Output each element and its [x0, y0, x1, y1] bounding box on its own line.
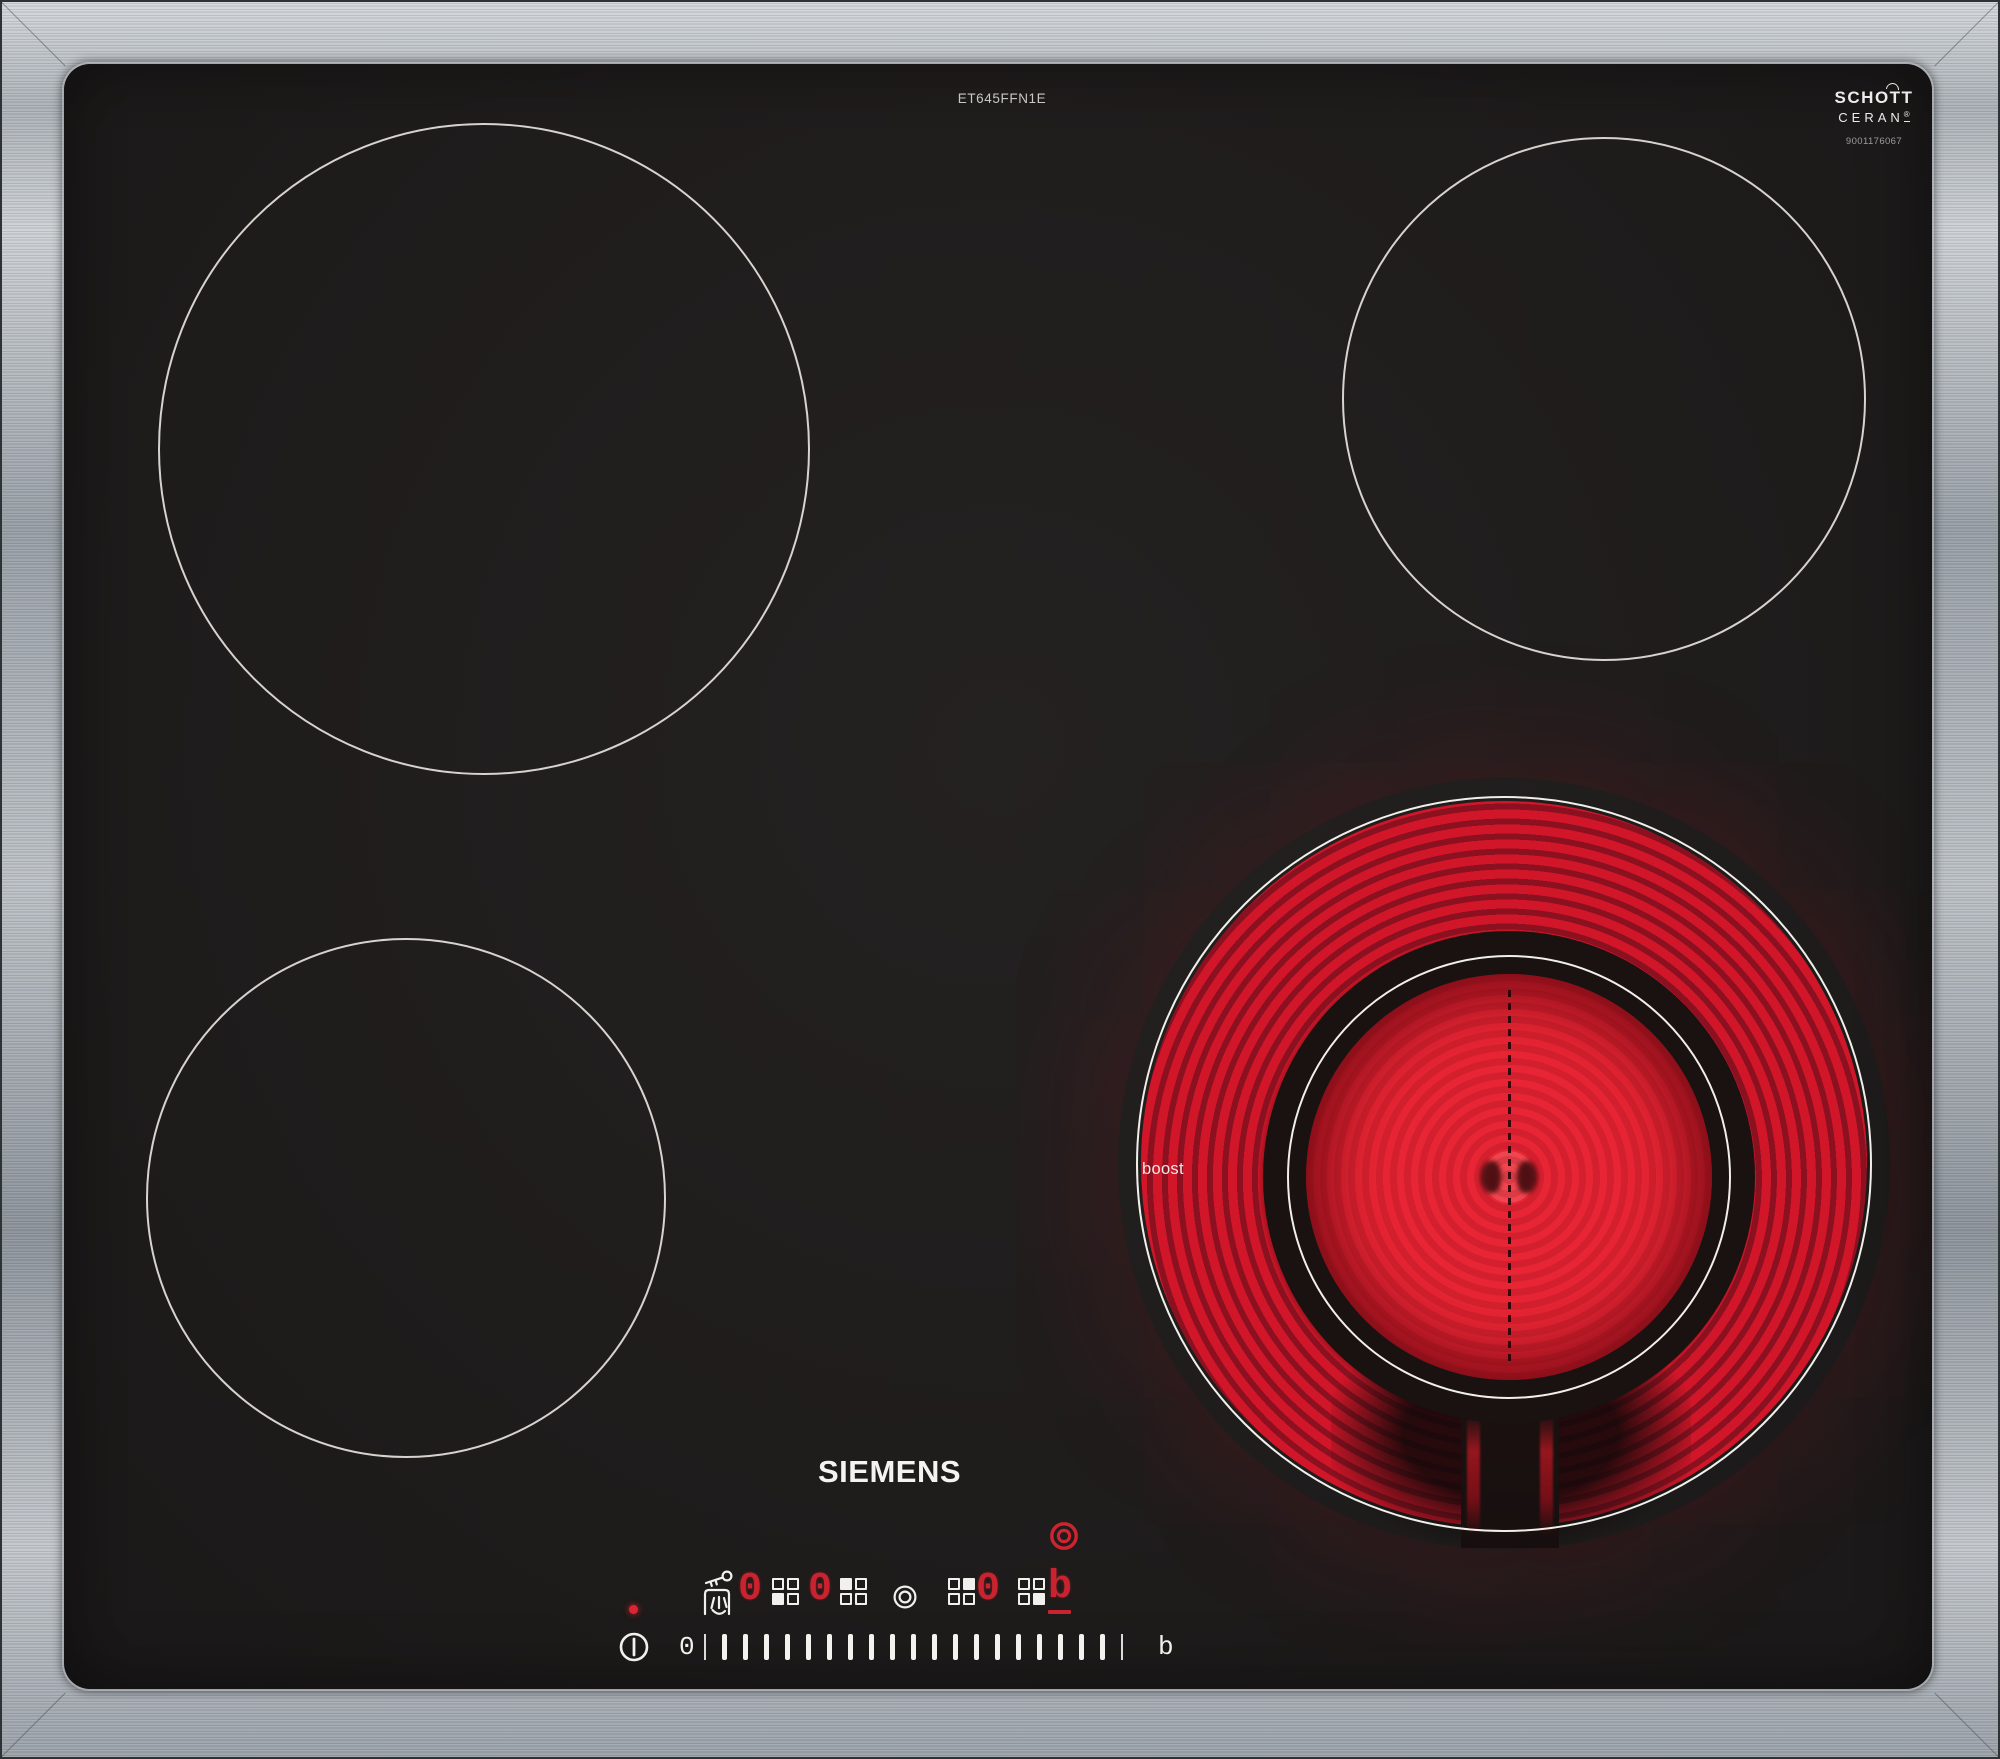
ceramic-hob: ET645FFN1E SCHOTT CERAN® 9001176067 — [0, 0, 2000, 1759]
grid-cell — [948, 1593, 960, 1605]
grid-cell — [1018, 1578, 1030, 1590]
grid-cell — [1033, 1578, 1045, 1590]
key-lock-icon[interactable] — [698, 1568, 736, 1620]
frame-corner-seam — [1, 2, 65, 66]
schott-wordmark: SCHOTT — [1835, 88, 1914, 108]
boost-label: boost — [1142, 1160, 1184, 1179]
slider-tick — [995, 1634, 1000, 1660]
slider-tick — [764, 1634, 769, 1660]
power-button[interactable] — [617, 1630, 651, 1664]
grid-cell — [1018, 1593, 1030, 1605]
grid-cell — [772, 1578, 784, 1590]
slider-tick — [848, 1634, 853, 1660]
display-level-front-right: b — [1048, 1570, 1072, 1604]
slider-ticks[interactable] — [704, 1634, 1123, 1660]
slider-tick — [974, 1634, 979, 1660]
burner-rear-right — [1342, 137, 1866, 661]
grid-cell — [840, 1593, 852, 1605]
dual-zone-active-icon — [1048, 1520, 1080, 1552]
power-on-indicator — [629, 1605, 638, 1614]
slider-tick — [722, 1634, 727, 1660]
grid-cell — [855, 1593, 867, 1605]
grid-cell — [787, 1593, 799, 1605]
frame-corner-seam — [1934, 2, 1998, 66]
slider-tick — [890, 1634, 895, 1660]
ceran-wordmark: CERAN® — [1810, 110, 1932, 125]
frame-corner-seam — [1, 1693, 65, 1757]
grid-cell-filled — [1033, 1593, 1045, 1605]
grid-cell — [787, 1578, 799, 1590]
grid-cell — [855, 1578, 867, 1590]
slider-boost-label: b — [1158, 1630, 1174, 1664]
slider-tick — [932, 1634, 937, 1660]
burner-outline — [1136, 796, 1872, 1532]
registered-mark: ® — [1904, 110, 1910, 119]
burner-front-right-active — [1136, 796, 1872, 1532]
slider-end-tick — [704, 1634, 706, 1660]
grid-cell — [963, 1593, 975, 1605]
grid-cell-filled — [840, 1578, 852, 1590]
zone-select-rear-left[interactable] — [840, 1578, 867, 1605]
zone-select-rear-right[interactable] — [948, 1578, 975, 1605]
grid-cell-filled — [963, 1578, 975, 1590]
grid-cell — [948, 1578, 960, 1590]
slider-tick — [1079, 1634, 1084, 1660]
serial-number: 9001176067 — [1810, 136, 1932, 147]
display-level-rear-right: 0 — [976, 1572, 1000, 1606]
zone-select-front-left[interactable] — [772, 1578, 799, 1605]
slider-tick — [827, 1634, 832, 1660]
slider-tick — [911, 1634, 916, 1660]
slider-tick — [785, 1634, 790, 1660]
frame-corner-seam — [1934, 1693, 1998, 1757]
slider-tick — [743, 1634, 748, 1660]
display-level-rear-left: 0 — [808, 1572, 832, 1606]
display-level-front-left: 0 — [738, 1572, 762, 1606]
zone-select-front-right[interactable] — [1018, 1578, 1045, 1605]
slider-end-tick — [1121, 1634, 1123, 1660]
dual-zone-button[interactable] — [892, 1584, 918, 1610]
burner-front-left — [146, 938, 666, 1458]
brand-logo: SIEMENS — [818, 1454, 961, 1490]
schott-ceran-logo: SCHOTT CERAN® 9001176067 — [1810, 88, 1932, 147]
slider-tick — [869, 1634, 874, 1660]
slider-tick — [806, 1634, 811, 1660]
model-number: ET645FFN1E — [912, 91, 1092, 106]
slider-tick — [1016, 1634, 1021, 1660]
slider-tick — [1037, 1634, 1042, 1660]
ceran-glass-surface: ET645FFN1E SCHOTT CERAN® 9001176067 — [64, 64, 1932, 1689]
slider-min-label: 0 — [679, 1630, 695, 1664]
boost-underline — [1048, 1610, 1071, 1614]
burner-rear-left — [158, 123, 810, 775]
slider-tick — [1100, 1634, 1105, 1660]
slider-tick — [1058, 1634, 1063, 1660]
grid-cell-filled — [772, 1593, 784, 1605]
slider-tick — [953, 1634, 958, 1660]
